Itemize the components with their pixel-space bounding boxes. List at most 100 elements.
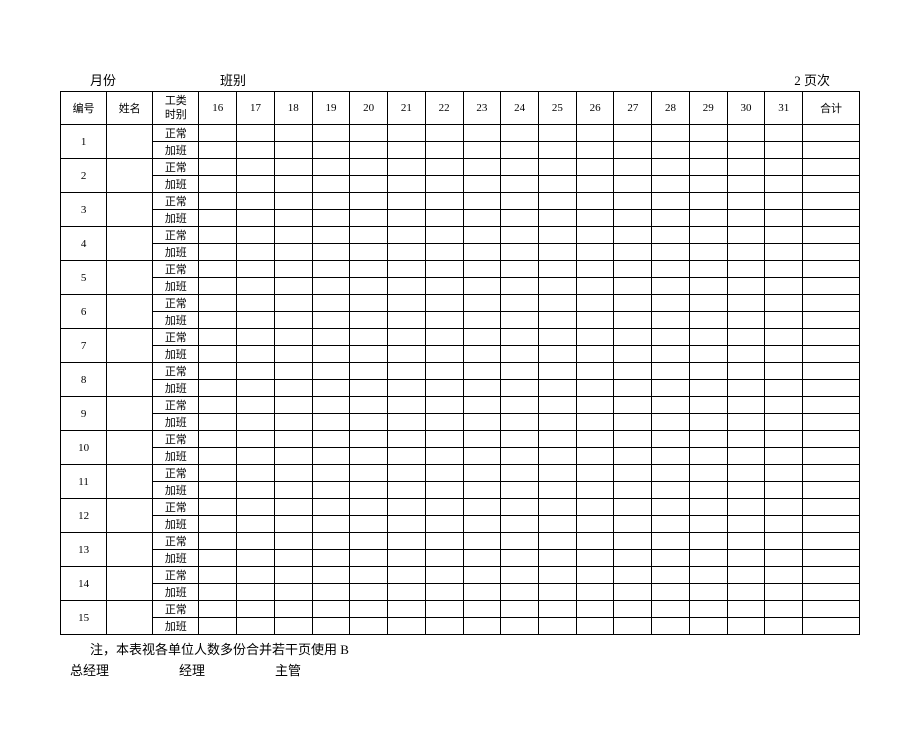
cell-day <box>312 567 350 584</box>
cell-day <box>501 567 539 584</box>
cell-day <box>727 227 765 244</box>
cell-day <box>237 261 275 278</box>
cell-day <box>765 465 803 482</box>
cell-day <box>425 261 463 278</box>
cell-day <box>199 227 237 244</box>
cell-type-normal: 正常 <box>153 295 199 312</box>
cell-day <box>388 550 426 567</box>
cell-day <box>425 431 463 448</box>
cell-type-normal: 正常 <box>153 465 199 482</box>
cell-day <box>652 448 690 465</box>
cell-type-normal: 正常 <box>153 533 199 550</box>
header-day: 28 <box>652 92 690 125</box>
cell-day <box>463 533 501 550</box>
cell-day <box>765 329 803 346</box>
cell-day <box>652 380 690 397</box>
cell-day <box>727 295 765 312</box>
cell-day <box>501 346 539 363</box>
cell-day <box>463 346 501 363</box>
cell-total <box>803 295 860 312</box>
cell-type-normal: 正常 <box>153 601 199 618</box>
header-day: 30 <box>727 92 765 125</box>
cell-day <box>425 346 463 363</box>
cell-day <box>425 448 463 465</box>
cell-day <box>614 601 652 618</box>
cell-total <box>803 312 860 329</box>
cell-day <box>652 618 690 635</box>
cell-day <box>652 125 690 142</box>
cell-name <box>107 193 153 227</box>
cell-day <box>576 159 614 176</box>
cell-day <box>237 397 275 414</box>
cell-day <box>199 159 237 176</box>
cell-total <box>803 176 860 193</box>
cell-day <box>199 193 237 210</box>
table-row: 8正常 <box>61 363 860 380</box>
cell-day <box>350 465 388 482</box>
cell-day <box>652 329 690 346</box>
cell-day <box>538 261 576 278</box>
cell-day <box>274 499 312 516</box>
cell-type-overtime: 加班 <box>153 142 199 159</box>
header-day: 18 <box>274 92 312 125</box>
cell-day <box>689 227 727 244</box>
cell-day <box>199 533 237 550</box>
cell-day <box>237 193 275 210</box>
cell-day <box>614 516 652 533</box>
cell-day <box>425 142 463 159</box>
cell-name <box>107 431 153 465</box>
header-type-line1: 工类 <box>153 94 198 108</box>
cell-day <box>425 516 463 533</box>
cell-day <box>576 567 614 584</box>
cell-day <box>463 499 501 516</box>
cell-name <box>107 261 153 295</box>
cell-day <box>237 550 275 567</box>
cell-day <box>388 414 426 431</box>
cell-day <box>689 533 727 550</box>
cell-day <box>614 567 652 584</box>
cell-day <box>388 159 426 176</box>
cell-day <box>689 516 727 533</box>
cell-day <box>689 312 727 329</box>
cell-day <box>576 550 614 567</box>
cell-day <box>538 363 576 380</box>
cell-day <box>425 363 463 380</box>
cell-day <box>689 465 727 482</box>
cell-day <box>652 533 690 550</box>
cell-day <box>274 533 312 550</box>
cell-day <box>614 227 652 244</box>
cell-day <box>538 431 576 448</box>
cell-day <box>425 125 463 142</box>
cell-day <box>425 533 463 550</box>
cell-day <box>274 261 312 278</box>
cell-day <box>614 159 652 176</box>
cell-day <box>501 193 539 210</box>
cell-day <box>614 176 652 193</box>
cell-num: 3 <box>61 193 107 227</box>
cell-day <box>689 329 727 346</box>
cell-day <box>463 516 501 533</box>
cell-day <box>727 448 765 465</box>
cell-day <box>727 312 765 329</box>
cell-day <box>576 397 614 414</box>
cell-day <box>538 346 576 363</box>
cell-day <box>614 312 652 329</box>
table-row: 加班 <box>61 176 860 193</box>
header-type-line2: 时别 <box>153 108 198 122</box>
cell-day <box>237 295 275 312</box>
cell-day <box>463 414 501 431</box>
cell-day <box>274 618 312 635</box>
cell-day <box>350 295 388 312</box>
cell-day <box>312 261 350 278</box>
cell-day <box>727 414 765 431</box>
cell-day <box>652 295 690 312</box>
cell-day <box>237 448 275 465</box>
cell-day <box>237 159 275 176</box>
cell-day <box>765 448 803 465</box>
cell-day <box>501 125 539 142</box>
cell-day <box>199 261 237 278</box>
cell-day <box>237 380 275 397</box>
cell-num: 4 <box>61 227 107 261</box>
cell-day <box>576 312 614 329</box>
cell-day <box>388 584 426 601</box>
